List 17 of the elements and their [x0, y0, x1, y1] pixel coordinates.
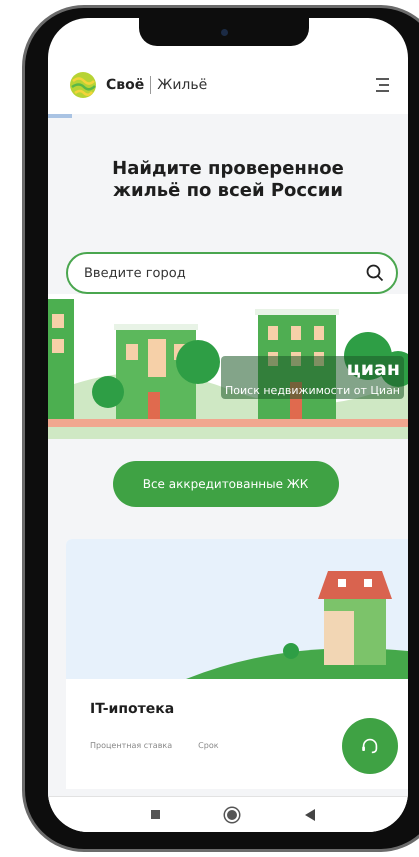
logo-icon: [70, 72, 96, 98]
stat-label: Процентная ставка: [90, 741, 172, 750]
brand-subtitle: Жильё: [157, 77, 208, 93]
recents-icon[interactable]: [150, 810, 160, 819]
card-title: IT-ипотека: [90, 701, 176, 717]
scroll-indicator: [48, 114, 72, 118]
cian-logo: циан: [346, 358, 400, 380]
mortgage-card[interactable]: IT-ипотека Процентная ставка Срок: [66, 539, 408, 789]
page-title: Найдите проверенное жильё по всей России: [111, 158, 345, 202]
search-field[interactable]: Введите город: [66, 252, 398, 294]
search-icon[interactable]: [366, 264, 384, 282]
stat-label: Срок: [198, 741, 219, 750]
camera-icon: [220, 28, 228, 36]
back-icon[interactable]: [305, 808, 316, 820]
home-icon[interactable]: [225, 808, 240, 822]
menu-icon[interactable]: [374, 78, 390, 92]
brand-name: Своё: [106, 77, 144, 93]
